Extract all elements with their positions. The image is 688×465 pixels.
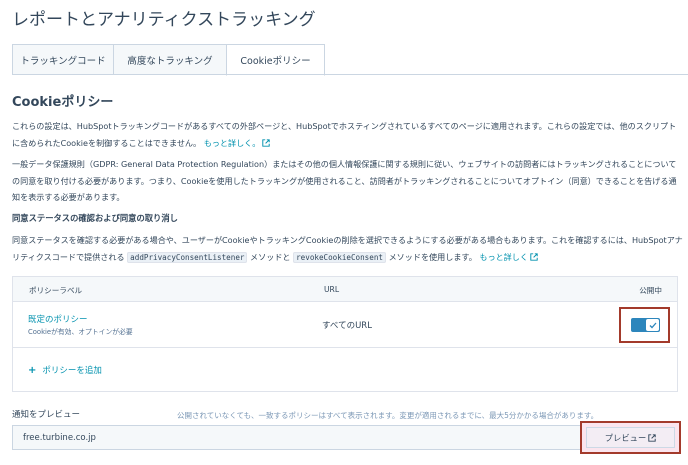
consent-code-2: revokeCookieConsent [293,251,386,263]
header-policy-label: ポリシーラベル [29,286,83,295]
toggle-knob [646,319,659,331]
consent-paragraph: 同意ステータスを確認する必要がある場合や、ユーザーがCookieやトラッキングC… [12,232,684,266]
preview-label: 通知をプレビュー [12,410,81,420]
published-toggle[interactable] [631,318,660,332]
policy-description: Cookieが有効、オプトインが必要 [28,328,133,336]
intro-text: これらの設定は、HubSpotトラッキングコードがあるすべての外部ページと、Hu… [12,121,677,148]
learn-more-link-label: もっと詳しく。 [203,137,261,148]
tab-bar: トラッキングコード 高度なトラッキング Cookieポリシー [12,44,325,76]
add-policy-label: ポリシーを追加 [42,366,102,376]
table-header: ポリシーラベル URL 公開中 [13,277,677,302]
external-link-icon [530,252,538,261]
page-title: レポートとアナリティクストラッキング [12,10,316,30]
consent-subtitle: 同意ステータスの確認および同意の取り消し [12,213,178,223]
add-policy-button[interactable]: + ポリシーを追加 [28,364,102,376]
gdpr-paragraph: 一般データ保護規則（GDPR: General Data Protection … [12,159,677,202]
intro-paragraph: これらの設定は、HubSpotトラッキングコードがあるすべての外部ページと、Hu… [12,118,684,151]
check-icon [649,322,656,328]
policy-table: ポリシーラベル URL 公開中 既定のポリシー Cookieが有効、オプトインが… [12,276,678,392]
toggle-highlight [619,307,670,343]
table-row: 既定のポリシー Cookieが有効、オプトインが必要 すべてのURL [13,302,677,348]
tab-divider [12,74,688,75]
header-url: URL [324,285,340,294]
external-link-icon [648,433,656,442]
preview-highlight: プレビュー [580,421,681,454]
header-published: 公開中 [639,286,662,295]
preview-note: 公開されていなくても、一致するポリシーはすべて表示されます。変更が適用されるまで… [177,411,599,420]
policy-url: すべてのURL [322,321,372,331]
preview-button-label: プレビュー [604,432,647,443]
tab-tracking-code[interactable]: トラッキングコード [12,44,114,75]
consent-code-1: addPrivacyConsentListener [127,251,248,263]
consent-text-2: メソッドと [250,251,291,262]
consent-learn-more-label: もっと詳しく [479,251,528,262]
section-title: Cookieポリシー [12,95,114,110]
plus-icon: + [28,365,37,376]
preview-url-field[interactable]: free.turbine.co.jp [12,425,584,450]
learn-more-link[interactable]: もっと詳しく。 [204,138,271,148]
preview-button[interactable]: プレビュー [586,427,675,448]
consent-learn-more-link[interactable]: もっと詳しく [479,252,538,262]
tab-cookie-policy[interactable]: Cookieポリシー [226,44,325,76]
external-link-icon [262,138,271,147]
policy-name-link[interactable]: 既定のポリシー [28,313,88,325]
tab-advanced-tracking[interactable]: 高度なトラッキング [113,44,227,75]
consent-text-3: メソッドを使用します。 [388,251,477,262]
